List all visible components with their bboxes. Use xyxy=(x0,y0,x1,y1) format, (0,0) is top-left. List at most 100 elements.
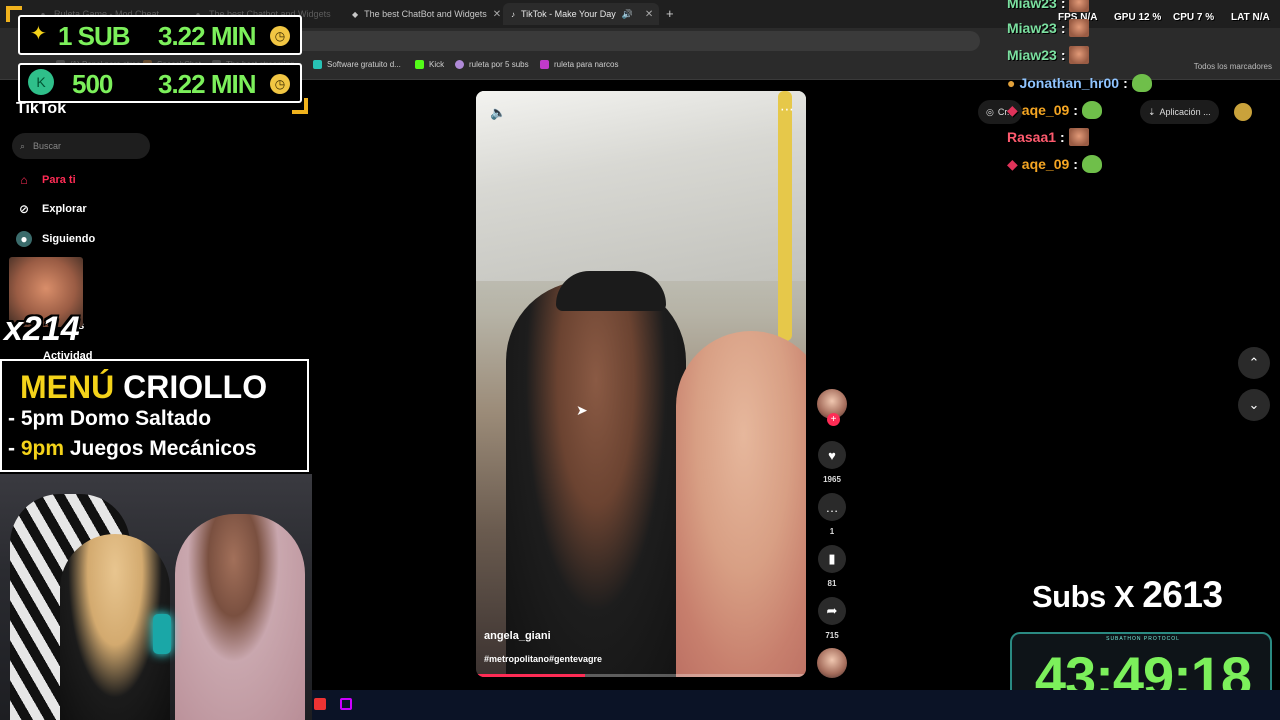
close-icon[interactable]: ✕ xyxy=(493,9,500,20)
bookmark-item[interactable]: ruleta por 5 subs xyxy=(455,60,529,69)
menu-criollo-overlay: MENÚ CRIOLLO - 5pm Domo Saltado - 9pm Ju… xyxy=(0,359,309,472)
comment-icon: … xyxy=(818,493,846,521)
heart-icon: ♥ xyxy=(818,441,846,469)
microphone-icon xyxy=(153,614,171,654)
subs-count: 2613 xyxy=(1142,574,1223,615)
nav-siguiendo[interactable]: ● Siguiendo xyxy=(16,231,95,247)
bookmark-label: Kick xyxy=(429,60,445,69)
menu-title-rest: CRIOLLO xyxy=(123,369,268,405)
menu-time: 5pm xyxy=(20,407,65,430)
diamond-icon: ◆ xyxy=(352,9,359,19)
chat-colon: : xyxy=(1060,47,1066,63)
share-button[interactable]: ➦ 715 xyxy=(818,597,846,640)
video-username[interactable]: angela_giani xyxy=(484,630,551,642)
chat-message: Rasaa1: xyxy=(1007,128,1089,146)
bookmark-item[interactable]: Kick xyxy=(415,60,444,69)
kick-icon xyxy=(415,60,424,69)
taskbar xyxy=(312,690,1280,720)
timer-label: SUBATHON PROTOCOL xyxy=(1106,636,1180,642)
stat-lat: LAT N/A xyxy=(1231,12,1270,23)
menu-line-1: - 5pm Domo Saltado xyxy=(8,407,211,431)
next-video-button[interactable]: ⌄ xyxy=(1238,389,1270,421)
chat-username: Miaw23 xyxy=(1007,47,1057,63)
share-icon: ➦ xyxy=(818,597,846,625)
chat-colon: : xyxy=(1060,129,1065,145)
app-download-button[interactable]: ⇣ Aplicación ... xyxy=(1140,100,1219,124)
search-icon: ⌕ xyxy=(20,140,26,151)
stat-label: LAT xyxy=(1231,12,1250,23)
sub-goal-time: 3.22 MIN xyxy=(158,21,256,51)
badge-icon: ◆ xyxy=(1007,155,1018,172)
menu-text: Juegos Mecánicos xyxy=(64,437,257,460)
sub-goal-overlay: ✦ 1 SUB 3.22 MIN ◷ xyxy=(18,15,302,55)
comment-button[interactable]: … 1 xyxy=(818,493,846,536)
gift-goal-text: 500 xyxy=(72,69,113,99)
badge-icon: ◆ xyxy=(1007,101,1018,118)
chat-username: Jonathan_hr00 xyxy=(1019,75,1120,91)
new-tab-button[interactable]: + xyxy=(666,6,674,21)
music-avatar-button[interactable] xyxy=(817,648,847,678)
chat-message: ● Jonathan_hr00: xyxy=(1007,74,1152,92)
nav-label: Explorar xyxy=(42,203,87,215)
profile-avatar[interactable] xyxy=(1234,103,1252,121)
stat-label: GPU xyxy=(1114,12,1136,23)
video-frame-background xyxy=(476,91,806,281)
kick-coin-icon: K xyxy=(28,69,54,95)
chat-colon: : xyxy=(1073,156,1078,172)
stat-value: 7 % xyxy=(1196,12,1215,23)
chat-colon: : xyxy=(1123,75,1128,91)
stat-cpu: CPU 7 % xyxy=(1173,12,1214,23)
bookmark-label: ruleta para narcos xyxy=(554,60,619,69)
clock-icon: ◷ xyxy=(270,74,290,94)
emote-multiplier: x214 xyxy=(4,310,80,348)
follow-plus-icon[interactable]: + xyxy=(827,413,840,426)
menu-time: 9pm xyxy=(20,437,65,460)
like-button[interactable]: ♥ 1965 xyxy=(818,441,846,484)
webcam-person-right xyxy=(175,514,305,720)
more-options-icon[interactable]: ⋯ xyxy=(780,101,794,118)
stat-label: CPU xyxy=(1173,12,1195,23)
bookmark-item[interactable]: Software gratuito d... xyxy=(313,60,401,69)
mouse-cursor-icon: ➤ xyxy=(576,402,588,418)
tiktok-video-player[interactable]: 🔈 ⋯ angela_giani #metropolitano#gentevag… xyxy=(476,91,806,677)
chat-message: Miaw23: xyxy=(1007,0,1090,12)
menu-prefix: - xyxy=(8,437,21,460)
save-button[interactable]: ▮ 81 xyxy=(818,545,846,588)
stat-value: 12 % xyxy=(1138,12,1162,23)
speaker-icon[interactable]: 🔊 xyxy=(622,9,633,20)
all-bookmarks[interactable]: Todos los marcadores xyxy=(1194,62,1272,71)
close-icon[interactable]: ✕ xyxy=(645,9,653,20)
nav-para-ti[interactable]: ⌂ Para ti xyxy=(16,172,76,188)
subs-counter: Subs X 2613 xyxy=(1032,574,1223,616)
gift-goal-overlay: K 500 3.22 MIN ◷ xyxy=(18,63,302,103)
app-icon[interactable] xyxy=(340,698,352,710)
menu-title-highlight: MENÚ xyxy=(20,369,115,405)
menu-prefix: - xyxy=(8,407,21,430)
video-progress-bar[interactable] xyxy=(476,674,806,677)
frame-corner xyxy=(292,98,308,114)
tab-3[interactable]: ◆ The best ChatBot and Widgets ✕ xyxy=(344,3,500,25)
chat-message: ◆ aqe_09: xyxy=(1007,101,1102,119)
comment-count: 1 xyxy=(829,527,835,536)
creator-avatar-button[interactable]: + xyxy=(817,389,847,426)
nav-label: Para ti xyxy=(42,174,76,186)
chat-emote xyxy=(1081,101,1102,119)
volume-icon[interactable]: 🔈 xyxy=(490,105,506,121)
stat-gpu: GPU 12 % xyxy=(1114,12,1161,23)
chat-username: Rasaa1 xyxy=(1007,129,1057,145)
bookmark-item[interactable]: ruleta para narcos xyxy=(540,60,618,69)
app-icon[interactable] xyxy=(314,698,326,710)
tab-label: TikTok - Make Your Day xyxy=(521,9,616,19)
chat-emote xyxy=(1068,128,1089,146)
search-input[interactable]: ⌕ Buscar xyxy=(12,133,150,159)
like-count: 1965 xyxy=(823,475,841,484)
tab-tiktok[interactable]: ♪ TikTok - Make Your Day 🔊 ✕ xyxy=(503,3,659,25)
chat-emote xyxy=(1069,46,1090,64)
sub-goal-text: 1 SUB xyxy=(58,21,131,51)
chat-colon: : xyxy=(1073,102,1078,118)
video-hashtags[interactable]: #metropolitano#gentevagre xyxy=(484,654,602,664)
previous-video-button[interactable]: ⌃ xyxy=(1238,347,1270,379)
subs-label: Subs X xyxy=(1032,579,1135,614)
nav-explorar[interactable]: ⊘ Explorar xyxy=(16,201,87,217)
video-person-man xyxy=(506,281,686,677)
